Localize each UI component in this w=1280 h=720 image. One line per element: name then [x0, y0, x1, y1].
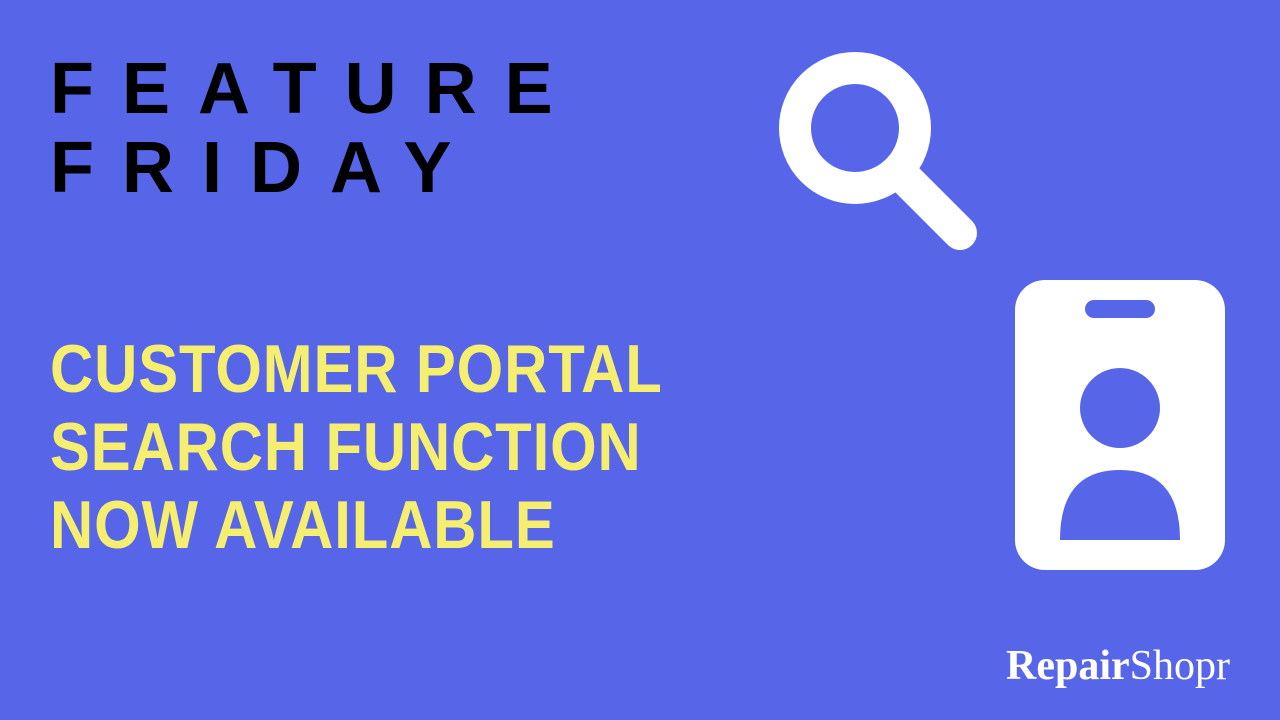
search-icon: [765, 38, 985, 263]
subtitle-line-2: SEARCH FUNCTION: [50, 408, 663, 486]
header-line-1: FEATURE: [50, 50, 581, 129]
header-title: FEATURE FRIDAY: [50, 50, 581, 208]
subtitle-block: CUSTOMER PORTAL SEARCH FUNCTION NOW AVAI…: [50, 330, 663, 565]
brand-part-2: Shopr: [1130, 643, 1230, 689]
subtitle-line-1: CUSTOMER PORTAL: [50, 330, 663, 408]
header-line-2: FRIDAY: [50, 129, 581, 208]
brand-logo: RepairShopr: [1006, 642, 1230, 690]
id-badge-icon: [1015, 280, 1225, 575]
subtitle-line-3: NOW AVAILABLE: [50, 486, 663, 564]
brand-part-1: Repair: [1006, 643, 1130, 689]
